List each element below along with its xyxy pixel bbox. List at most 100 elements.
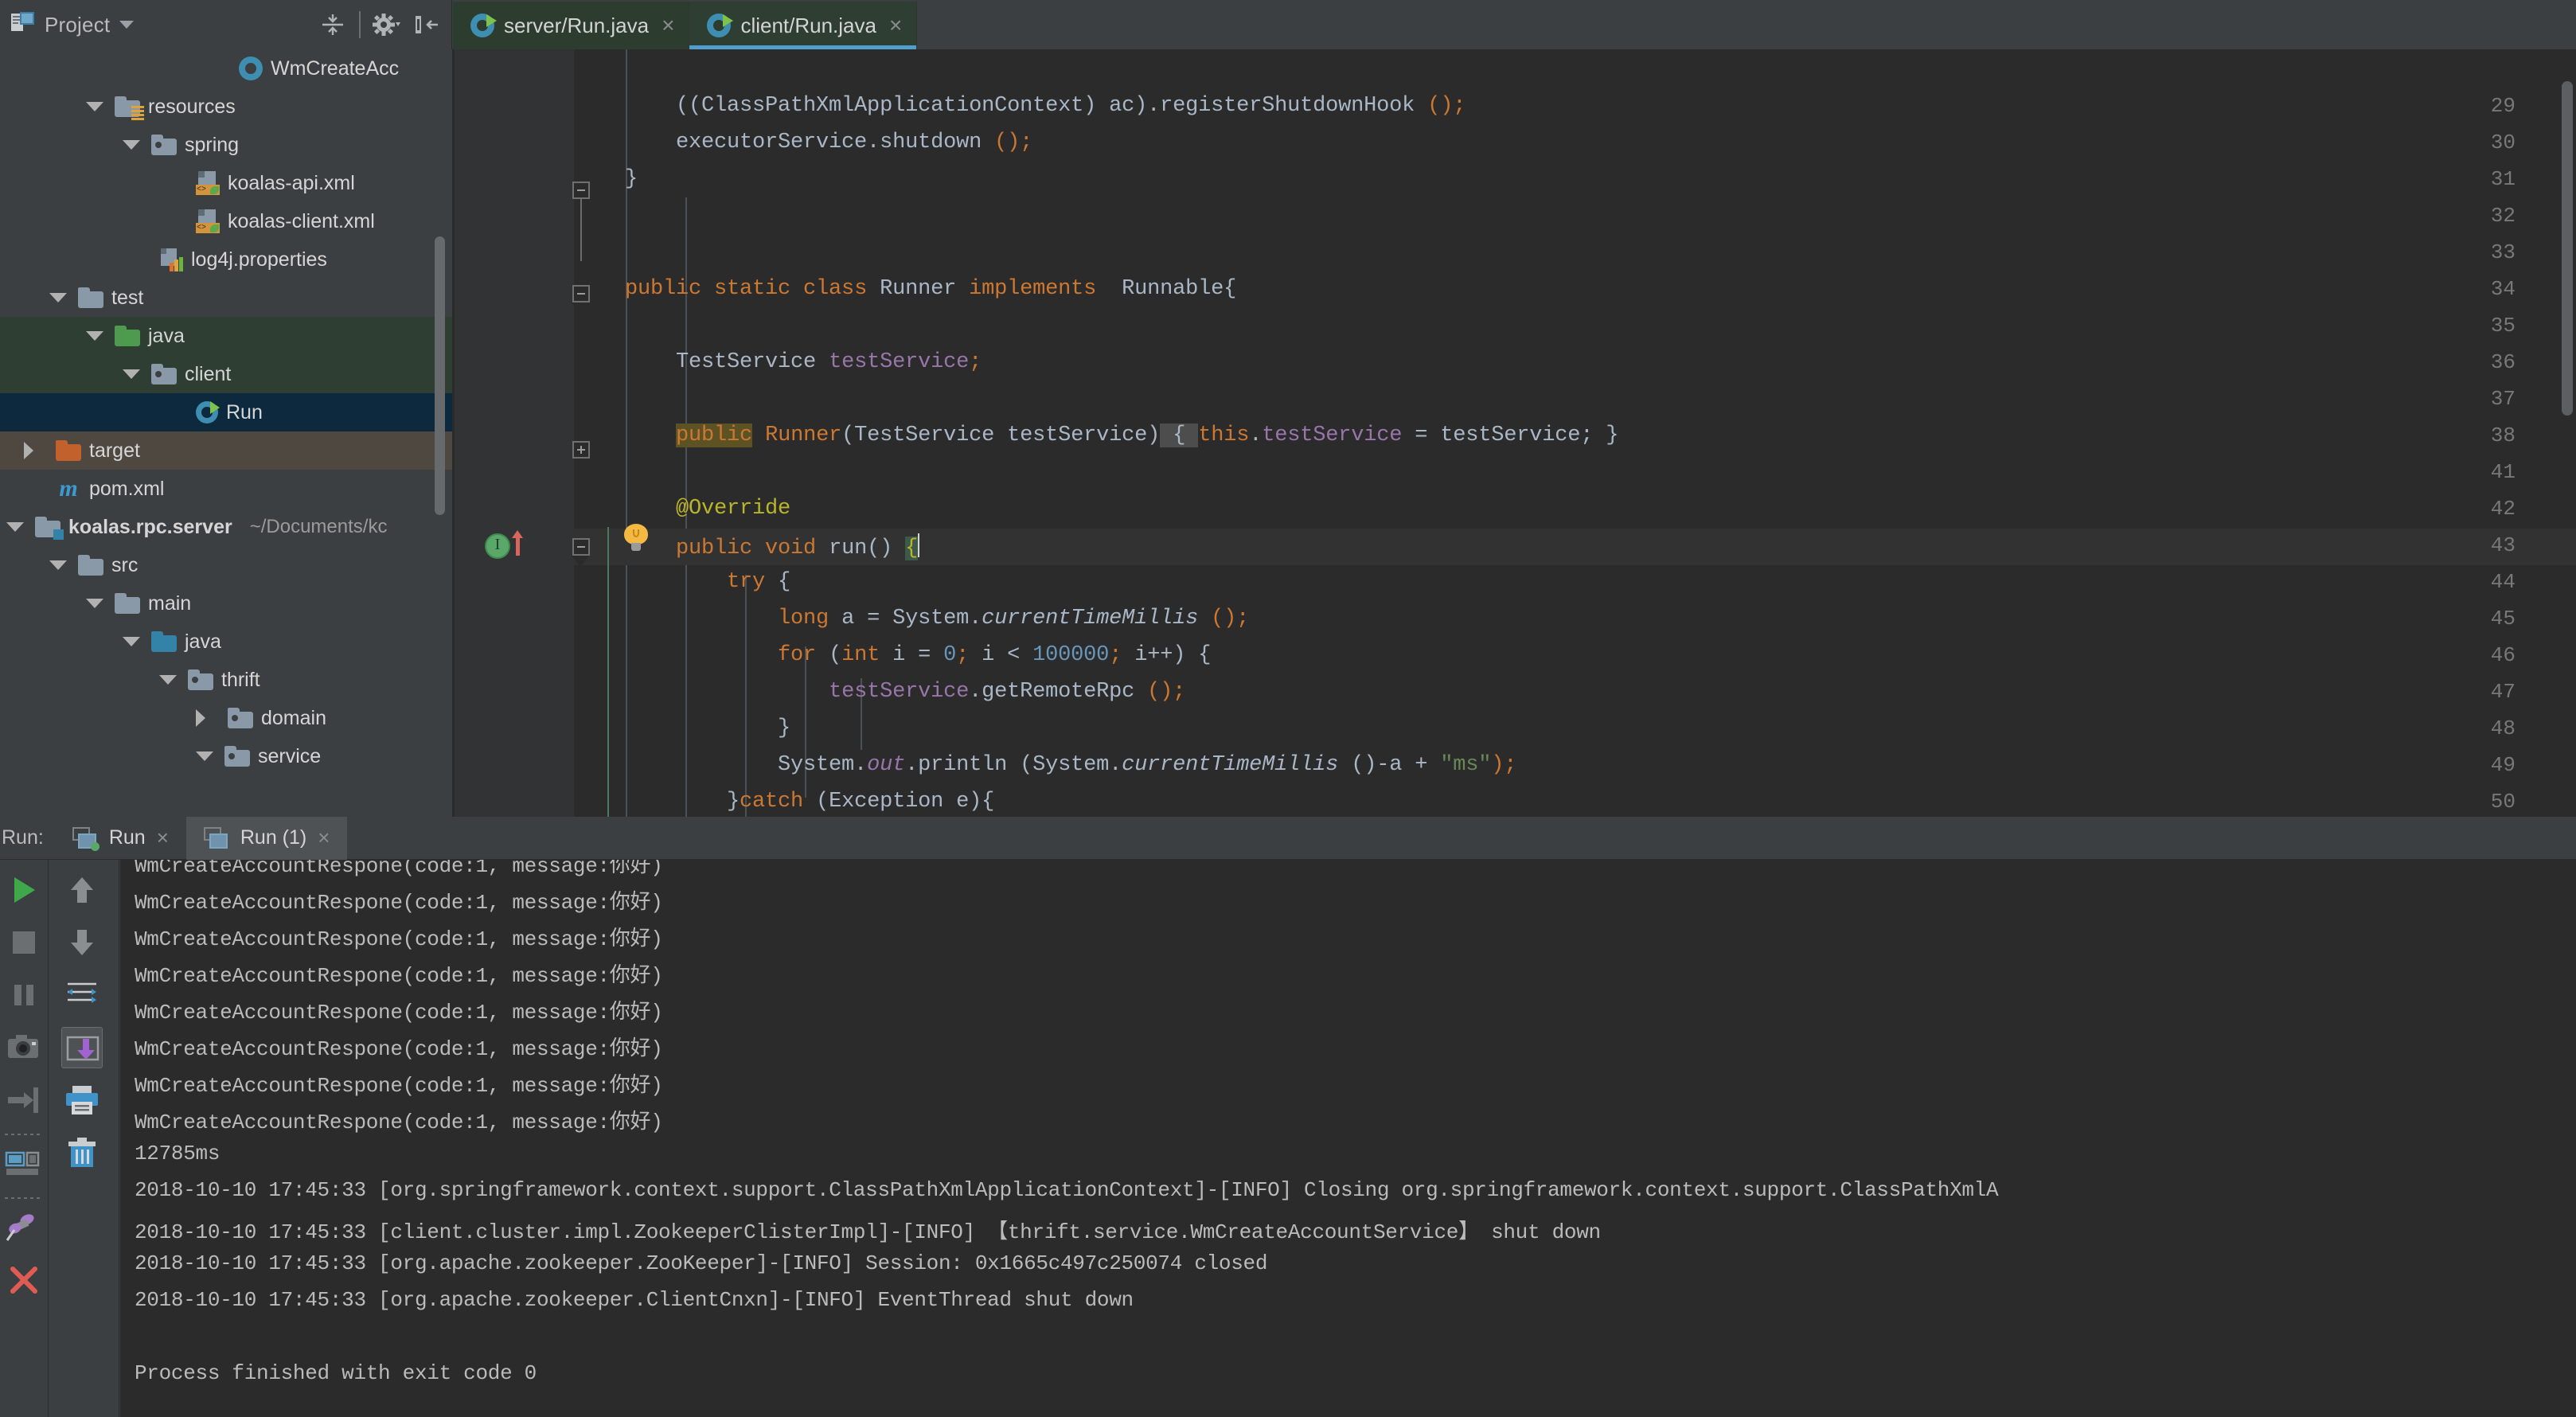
scroll-up-icon[interactable] <box>61 869 103 911</box>
code-line-42[interactable]: @Override <box>574 497 790 521</box>
scroll-down-icon[interactable] <box>61 922 103 963</box>
folder-package-icon <box>151 364 177 385</box>
editor-vertical-scrollbar[interactable] <box>2562 81 2573 416</box>
tree-item-wmcreateaccount[interactable]: WmCreateAcc <box>0 49 452 88</box>
code-line-48[interactable]: } <box>574 716 790 740</box>
code-line-47[interactable]: testService.getRemoteRpc (); <box>574 680 1185 704</box>
close-icon[interactable]: × <box>886 14 902 37</box>
chevron-down-icon[interactable] <box>6 522 24 532</box>
tree-item-main-java[interactable]: java <box>0 623 452 661</box>
tree-item-koalas-rpc-server[interactable]: koalas.rpc.server ~/Documents/kc <box>0 508 452 546</box>
tree-item-pom-xml[interactable]: m pom.xml <box>0 470 452 508</box>
run-tab-run[interactable]: Run × <box>55 817 186 860</box>
pause-icon[interactable] <box>3 974 45 1016</box>
code-line-46[interactable]: for (int i = 0; i < 100000; i++) { <box>574 643 1211 667</box>
soft-wrap-icon[interactable] <box>61 974 103 1016</box>
tree-item-test[interactable]: test <box>0 279 452 317</box>
tree-item-domain[interactable]: domain <box>0 699 452 737</box>
chevron-down-icon[interactable] <box>159 675 177 685</box>
tab-server-run-java[interactable]: server/Run.java × <box>453 2 690 49</box>
clear-all-trash-icon[interactable] <box>61 1132 103 1173</box>
chevron-down-icon[interactable] <box>196 751 213 761</box>
chevron-right-icon[interactable] <box>24 442 33 459</box>
chevron-down-icon[interactable] <box>86 599 103 608</box>
tree-item-run[interactable]: Run <box>0 393 452 431</box>
chevron-down-icon[interactable] <box>49 560 67 570</box>
layout-settings-icon[interactable] <box>3 1143 45 1185</box>
tab-client-run-java[interactable]: client/Run.java × <box>689 2 918 49</box>
tree-item-src[interactable]: src <box>0 546 452 584</box>
tree-item-label: java <box>185 630 221 653</box>
code-line-44[interactable]: try { <box>574 570 790 594</box>
export-icon[interactable] <box>3 1079 45 1121</box>
java-run-class-icon <box>707 14 734 37</box>
code-line-29[interactable]: ((ClassPathXmlApplicationContext) ac).re… <box>574 94 1466 118</box>
line-number: 36 <box>2490 350 2516 374</box>
project-toolbar: Project <box>0 0 452 49</box>
tree-item-log4j-properties[interactable]: log4j.properties <box>0 240 452 279</box>
chevron-down-icon[interactable] <box>119 21 135 29</box>
tree-item-test-java[interactable]: java <box>0 317 452 355</box>
chevron-down-icon[interactable] <box>86 102 103 111</box>
code-line-30[interactable]: executorService.shutdown (); <box>574 131 1032 154</box>
tree-item-resources[interactable]: resources <box>0 88 452 126</box>
top-bar: Project server/Run.java × client/Run.jav… <box>0 0 2576 49</box>
collapse-all-icon[interactable] <box>314 6 351 43</box>
line-number: 29 <box>2490 94 2516 118</box>
tree-item-koalas-api-xml[interactable]: koalas-api.xml <box>0 164 452 202</box>
scroll-to-end-icon[interactable] <box>61 1027 103 1068</box>
chevron-down-icon[interactable] <box>123 140 140 150</box>
close-icon[interactable]: × <box>318 826 330 850</box>
settings-gear-icon[interactable] <box>369 6 405 43</box>
chevron-down-icon[interactable] <box>49 293 67 303</box>
rerun-play-icon[interactable] <box>3 869 45 911</box>
project-tree-scrollbar[interactable] <box>435 236 445 515</box>
implementing-method-icon[interactable]: I <box>485 533 510 559</box>
line-number: 31 <box>2490 167 2516 191</box>
toolbar-separator <box>5 1134 43 1135</box>
chevron-down-icon[interactable] <box>86 331 103 341</box>
pin-tab-icon[interactable] <box>3 1207 45 1248</box>
tree-item-label: java <box>148 324 185 347</box>
close-window-icon[interactable] <box>3 1259 45 1301</box>
code-line-49[interactable]: System.out.println (System.currentTimeMi… <box>574 753 1516 777</box>
chevron-right-icon[interactable] <box>196 709 205 727</box>
code-line-31[interactable]: } <box>574 167 638 191</box>
folder-resources-icon <box>115 96 144 120</box>
print-icon[interactable] <box>61 1079 103 1121</box>
editor-gutter[interactable] <box>455 49 574 817</box>
chevron-down-icon[interactable] <box>123 637 140 646</box>
tree-item-spring[interactable]: spring <box>0 126 452 164</box>
tree-item-thrift[interactable]: thrift <box>0 661 452 699</box>
line-number: 44 <box>2490 570 2516 594</box>
run-tab-bar: Run: Run × Run (1) × <box>0 816 2576 860</box>
line-number: 47 <box>2490 680 2516 704</box>
project-tree-panel[interactable]: WmCreateAcc resources spring koalas-api.… <box>0 49 452 817</box>
folder-icon <box>115 593 140 614</box>
code-editor[interactable]: I 29 30 31 32 33 34 35 36 37 38 41 42 43… <box>455 49 2576 817</box>
project-panel-title: Project <box>45 12 111 37</box>
override-arrow-icon[interactable] <box>512 530 523 556</box>
tree-item-client[interactable]: client <box>0 355 452 393</box>
code-line-36[interactable]: TestService testService; <box>574 350 982 374</box>
tree-item-service[interactable]: service <box>0 737 452 775</box>
stop-icon[interactable] <box>3 922 45 963</box>
tree-item-koalas-client-xml[interactable]: koalas-client.xml <box>0 202 452 240</box>
project-view-selector[interactable]: Project <box>0 11 135 38</box>
console-window-icon <box>203 826 229 849</box>
code-line-34[interactable]: public static class Runner implements Ru… <box>574 277 1236 301</box>
console-line: Process finished with exit code 0 <box>135 1361 537 1385</box>
tree-item-main[interactable]: main <box>0 584 452 623</box>
code-line-50[interactable]: }catch (Exception e){ <box>574 790 994 814</box>
code-line-43[interactable]: public void run() { <box>574 533 920 560</box>
hide-panel-icon[interactable] <box>408 6 445 43</box>
close-icon[interactable]: × <box>157 826 169 850</box>
run-console-output[interactable]: WmCreateAccountRespone(code:1, message:你… <box>120 860 2576 1417</box>
code-line-38[interactable]: public Runner(TestService testService) {… <box>574 424 1619 447</box>
screenshot-camera-icon[interactable] <box>3 1027 45 1068</box>
code-line-45[interactable]: long a = System.currentTimeMillis (); <box>574 607 1249 630</box>
close-icon[interactable]: × <box>658 14 674 37</box>
chevron-down-icon[interactable] <box>123 369 140 379</box>
run-tab-run-1[interactable]: Run (1) × <box>185 816 348 860</box>
tree-item-target[interactable]: target <box>0 431 452 470</box>
